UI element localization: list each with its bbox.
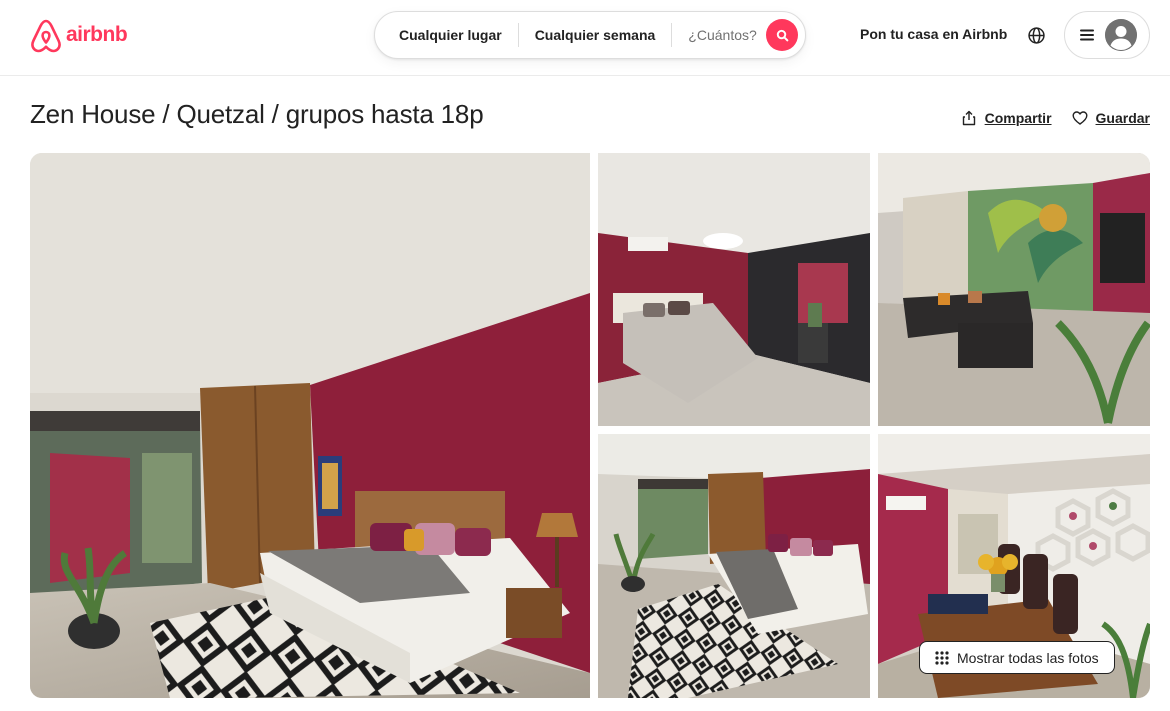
menu-icon — [1080, 29, 1094, 41]
logo-text: airbnb — [66, 23, 128, 46]
share-button[interactable]: Compartir — [961, 108, 1052, 128]
photo-gallery: Mostrar todas las fotos — [30, 153, 1150, 698]
grid-dots-icon — [935, 650, 949, 665]
save-button[interactable]: Guardar — [1072, 108, 1150, 128]
language-button[interactable] — [1022, 21, 1050, 49]
user-menu-button[interactable] — [1064, 11, 1150, 59]
save-label: Guardar — [1095, 110, 1150, 126]
listing-title: Zen House / Quetzal / grupos hasta 18p — [30, 99, 484, 129]
airbnb-logo[interactable]: airbnb — [30, 19, 128, 53]
search-icon — [776, 29, 788, 41]
search-when[interactable]: Cualquier semana — [519, 27, 672, 43]
listing-actions: Compartir Guardar — [961, 108, 1150, 128]
host-link[interactable]: Pon tu casa en Airbnb — [848, 24, 1019, 44]
photo-bedroom[interactable] — [598, 153, 870, 426]
search-guests[interactable]: ¿Cuántos? — [672, 27, 772, 43]
photo-bedroom-window[interactable] — [598, 434, 870, 698]
search-button[interactable] — [766, 19, 798, 51]
search-where[interactable]: Cualquier lugar — [375, 27, 518, 43]
heart-icon — [1072, 111, 1088, 125]
photo-living-room[interactable] — [878, 153, 1150, 426]
user-avatar-icon — [1105, 19, 1137, 51]
share-icon — [962, 110, 975, 126]
globe-icon — [1027, 26, 1045, 44]
show-all-photos-label: Mostrar todas las fotos — [957, 649, 1099, 666]
top-navbar: airbnb Cualquier lugar Cualquier semana … — [0, 0, 1170, 76]
share-label: Compartir — [984, 110, 1052, 126]
show-all-photos-button[interactable]: Mostrar todas las fotos — [919, 641, 1115, 674]
airbnb-logo-icon — [31, 19, 61, 53]
search-bar[interactable]: Cualquier lugar Cualquier semana ¿Cuánto… — [374, 11, 806, 59]
photo-main[interactable] — [30, 153, 590, 698]
